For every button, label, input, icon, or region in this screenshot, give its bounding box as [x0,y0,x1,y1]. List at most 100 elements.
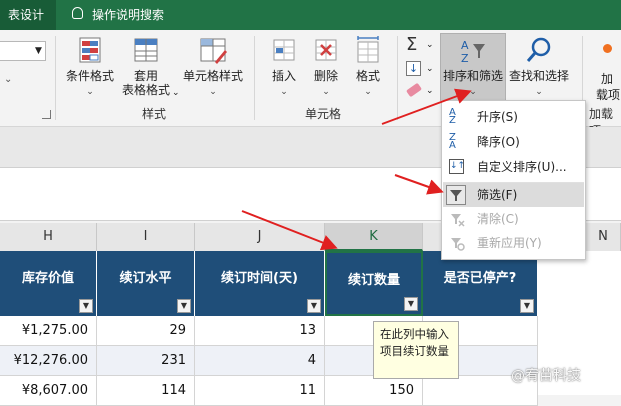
delete-cells-icon [315,39,337,61]
sort-filter-label: 排序和筛选 [442,69,503,83]
conditional-format-label: 条件格式 [65,69,114,83]
format-as-table-button[interactable]: 套用 表格格式 [116,36,176,97]
input-message-tooltip: 在此列中输入 项目续订数量 [373,321,459,379]
cell-styles-button[interactable]: 单元格样式 ⌄ [180,36,246,99]
magnifier-icon [526,37,551,62]
header-label: 是否已停产? [443,271,517,286]
header-inventory-value[interactable]: 库存价值 ▼ [0,251,97,316]
header-reorder-days[interactable]: 续订时间(天) ▼ [195,251,325,316]
empty-cells[interactable] [586,251,621,395]
divider [254,36,255,120]
chevron-down-icon: ▼ [35,46,42,56]
chevron-down-icon: ⌄ [426,40,434,50]
group-label-cells: 单元格 [305,107,342,121]
tab-table-design[interactable]: 表设计 [0,0,56,30]
menu-item-label: 升序(S) [477,110,518,124]
column-header-j[interactable]: J [195,223,325,251]
menu-item-reapply: 重新应用(Y) [443,231,584,255]
table-cell[interactable]: ¥8,607.00 [0,376,97,406]
header-label: 续订水平 [119,271,172,286]
table-format-icon [134,38,158,62]
sort-filter-content: A Z 排序和筛选 ⌄ [440,36,506,99]
chevron-down-icon: ⌄ [4,74,13,85]
filter-dropdown-icon[interactable]: ▼ [520,299,534,313]
menu-item-filter[interactable]: 筛选(F) [443,183,584,207]
insert-button[interactable]: 插入 ⌄ [264,36,304,99]
chevron-down-icon: ⌄ [364,87,372,97]
svg-text:A: A [461,39,469,52]
header-reorder-quantity[interactable]: 续订数量 ▼ [325,251,423,316]
header-label: 续订数量 [347,273,400,288]
filter-dropdown-icon[interactable]: ▼ [79,299,93,313]
table-cell[interactable]: 150 [325,376,423,406]
chevron-down-icon: ⌄ [86,87,94,97]
header-reorder-level[interactable]: 续订水平 ▼ [97,251,195,316]
chevron-down-icon: ⌄ [172,88,180,98]
reapply-icon [449,235,465,251]
sort-filter-icon: A Z [461,39,485,65]
menu-item-sort-ascending[interactable]: AZ 升序(S) [443,105,584,129]
menu-item-sort-descending[interactable]: ZA 降序(O) [443,130,584,154]
chevron-down-icon: ⌄ [469,87,477,97]
format-cells-icon [357,36,379,63]
format-as-table-label-2: 表格格式 [121,83,170,97]
column-header-n[interactable]: N [586,223,621,251]
clear-filter-icon [449,211,465,227]
table-cell[interactable]: 114 [97,376,195,406]
format-button[interactable]: 格式 ⌄ [348,36,388,99]
dialog-launcher-icon[interactable] [42,110,51,119]
chevron-down-icon: ⌄ [535,87,543,97]
cell-styles-icon [200,38,227,64]
insert-label: 插入 [271,69,296,83]
table-cell[interactable]: 11 [195,376,325,406]
column-header-h[interactable]: H [0,223,97,251]
format-as-table-label-1: 套用 [133,69,158,83]
cell-styles-label: 单元格样式 [182,69,243,83]
sort-filter-menu: AZ 升序(S) ZA 降序(O) ↓↑ 自定义排序(U)... 筛选(F) 清… [441,100,586,260]
menu-item-clear: 清除(C) [443,207,584,231]
header-label: 库存价值 [21,271,74,286]
delete-button[interactable]: 删除 ⌄ [306,36,346,99]
group-label-styles: 样式 [142,107,167,121]
chevron-down-icon: ⌄ [322,87,330,97]
menu-item-label: 自定义排序(U)... [477,160,567,174]
addins-label-1[interactable]: 加 [601,70,613,87]
table-cell[interactable]: 4 [195,346,325,376]
menu-item-custom-sort[interactable]: ↓↑ 自定义排序(U)... [443,155,584,179]
menu-item-label: 清除(C) [477,212,519,226]
menu-item-label: 重新应用(Y) [477,236,542,250]
addins-icon [603,44,612,53]
fill-down-icon[interactable]: ↓ [406,61,421,76]
table-cell[interactable]: 29 [97,316,195,346]
chevron-down-icon: ⌄ [280,87,288,97]
header-discontinued[interactable]: 是否已停产? ▼ [423,251,538,316]
delete-label: 删除 [313,69,338,83]
filter-dropdown-icon[interactable]: ▼ [177,299,191,313]
divider [55,36,56,120]
conditional-format-icon [79,37,101,63]
chevron-down-icon: ⌄ [426,86,434,96]
chevron-down-icon: ⌄ [209,87,217,97]
tooltip-line: 在此列中输入 [380,327,449,341]
format-label: 格式 [355,69,380,83]
table-cell[interactable]: 231 [97,346,195,376]
addins-label-2[interactable]: 载项 [596,86,620,103]
menu-item-label: 降序(O) [477,135,520,149]
filter-dropdown-icon[interactable]: ▼ [404,297,418,311]
table-cell[interactable]: ¥12,276.00 [0,346,97,376]
find-select-label: 查找和选择 [508,69,569,83]
column-header-k[interactable]: K [325,223,423,251]
tell-me-search[interactable]: 操作说明搜索 [92,0,164,30]
insert-cells-icon [273,39,295,61]
filter-dropdown-icon[interactable]: ▼ [307,299,321,313]
column-header-i[interactable]: I [97,223,195,251]
table-cell[interactable]: ¥1,275.00 [0,316,97,346]
find-select-button[interactable]: 查找和选择 ⌄ [506,36,572,99]
autosum-icon[interactable]: Σ [406,34,417,55]
conditional-format-button[interactable]: 条件格式 ⌄ [62,36,118,99]
lightbulb-icon [72,7,83,19]
svg-text:Z: Z [461,52,469,65]
table-cell[interactable]: 13 [195,316,325,346]
watermark: @宥苗科技 [511,368,581,384]
divider [397,36,398,120]
